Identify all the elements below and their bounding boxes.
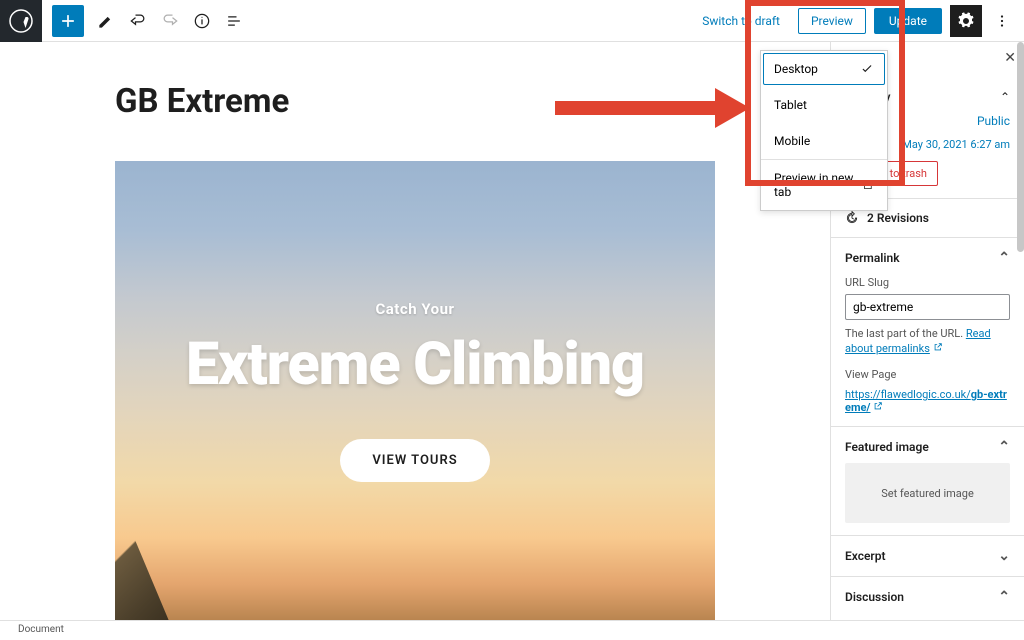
featured-head-label: Featured image — [845, 440, 929, 454]
info-button[interactable] — [186, 5, 218, 37]
close-sidebar-button[interactable]: ✕ — [1004, 50, 1016, 66]
wordpress-icon — [9, 9, 33, 33]
external-link-icon — [862, 178, 874, 192]
undo-button[interactable] — [122, 5, 154, 37]
cover-cta-button[interactable]: VIEW TOURS — [340, 439, 489, 482]
preview-newtab-label: Preview in new tab — [774, 171, 862, 199]
discussion-head-label: Discussion — [845, 590, 904, 604]
preview-dropdown: Desktop Tablet Mobile Preview in new tab — [760, 50, 888, 211]
undo-icon — [128, 11, 148, 31]
redo-icon — [160, 11, 180, 31]
breadcrumb-bar: Document — [0, 620, 1024, 640]
cover-subtitle[interactable]: Catch Your — [375, 300, 454, 318]
preview-option-mobile[interactable]: Mobile — [761, 123, 887, 159]
sidebar-scrollbar[interactable] — [1017, 42, 1024, 620]
revisions-label: 2 Revisions — [867, 211, 929, 225]
toolbar-left-group — [42, 5, 250, 37]
pencil-icon — [96, 11, 116, 31]
toolbar-right-group: Switch to draft Preview Update — [692, 5, 1024, 37]
preview-option-tablet[interactable]: Tablet — [761, 87, 887, 123]
breadcrumb[interactable]: Document — [18, 624, 64, 635]
list-icon — [224, 11, 244, 31]
preview-new-tab[interactable]: Preview in new tab — [761, 160, 887, 210]
gear-icon — [957, 12, 975, 30]
preview-tablet-label: Tablet — [774, 98, 807, 112]
url-slug-input[interactable] — [845, 294, 1010, 320]
wordpress-logo[interactable] — [0, 0, 42, 42]
external-link-icon — [933, 342, 943, 352]
excerpt-head-label: Excerpt — [845, 549, 886, 563]
preview-mobile-label: Mobile — [774, 134, 810, 148]
kebab-icon — [993, 12, 1011, 30]
editor-toolbar: Switch to draft Preview Update — [0, 0, 1024, 42]
url-slug-label: URL Slug — [845, 276, 1010, 289]
switch-to-draft-button[interactable]: Switch to draft — [692, 8, 790, 34]
edit-mode-button[interactable] — [90, 5, 122, 37]
more-options-button[interactable] — [990, 5, 1014, 37]
outline-button[interactable] — [218, 5, 250, 37]
page-url[interactable]: https://flawedlogic.co.uk/gb-extreme/ — [845, 388, 1010, 414]
chevron-up-icon: ⌃ — [998, 250, 1010, 266]
history-icon — [845, 211, 859, 225]
settings-button[interactable] — [950, 5, 982, 37]
plus-icon — [58, 11, 78, 31]
view-page-label: View Page — [845, 367, 1010, 382]
cover-title[interactable]: Extreme Climbing — [186, 330, 644, 399]
preview-button[interactable]: Preview — [798, 8, 866, 34]
permalink-head-label: Permalink — [845, 251, 900, 265]
info-icon — [192, 11, 212, 31]
external-link-icon — [873, 401, 883, 411]
cover-block[interactable]: Catch Your Extreme Climbing VIEW TOURS — [115, 161, 715, 620]
discussion-panel-toggle[interactable]: Discussion ⌃ — [845, 589, 1010, 605]
excerpt-panel-toggle[interactable]: Excerpt ⌄ — [845, 548, 1010, 564]
redo-button[interactable] — [154, 5, 186, 37]
page-title[interactable]: GB Extreme — [0, 82, 830, 121]
check-icon — [860, 62, 874, 76]
editor-canvas[interactable]: GB Extreme Catch Your Extreme Climbing V… — [0, 42, 830, 620]
set-featured-image-button[interactable]: Set featured image — [845, 463, 1010, 523]
permalink-panel-toggle[interactable]: Permalink ⌃ — [845, 250, 1010, 266]
update-button[interactable]: Update — [874, 8, 942, 34]
slug-help-text: The last part of the URL. Read about per… — [845, 326, 1010, 357]
preview-option-desktop[interactable]: Desktop — [763, 53, 885, 85]
add-block-button[interactable] — [52, 5, 84, 37]
preview-desktop-label: Desktop — [774, 62, 818, 76]
revisions-link[interactable]: 2 Revisions — [845, 211, 1010, 225]
status-head-fragment: y — [884, 90, 960, 104]
chevron-up-icon: ⌃ — [998, 439, 1010, 455]
publish-date-value[interactable]: May 30, 2021 6:27 am — [902, 138, 1010, 151]
featured-image-panel-toggle[interactable]: Featured image ⌃ — [845, 439, 1010, 455]
chevron-down-icon: ⌄ — [998, 548, 1010, 564]
visibility-value[interactable]: Public — [977, 114, 1010, 128]
chevron-up-icon: ⌃ — [998, 589, 1010, 605]
chevron-up-icon[interactable]: ⌃ — [1000, 90, 1010, 104]
